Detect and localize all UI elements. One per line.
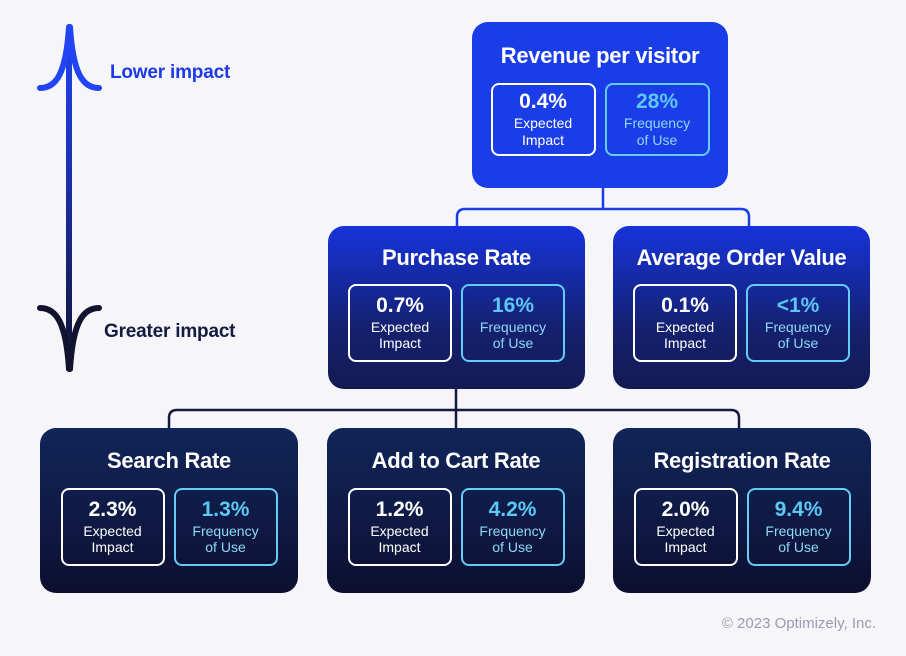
card-stats: 0.7% Expected Impact 16% Frequency of Us… xyxy=(348,284,565,362)
stat-value: 9.4% xyxy=(774,497,823,521)
stat-label-line1: Expected xyxy=(656,522,715,539)
stat-label: Expected Impact xyxy=(514,115,572,147)
stat-label-line1: Frequency xyxy=(623,115,691,132)
metric-card-search-rate[interactable]: Search Rate 2.3% Expected Impact 1.3% Fr… xyxy=(40,428,298,593)
stat-frequency-of-use: <1% Frequency of Use xyxy=(746,284,850,362)
stat-frequency-of-use: 28% Frequency of Use xyxy=(604,83,710,156)
stat-expected-impact: 2.3% Expected Impact xyxy=(60,488,165,566)
card-title: Purchase Rate xyxy=(382,245,531,270)
stat-label-line2: Impact xyxy=(378,335,421,352)
stat-label-line1: Frequency xyxy=(192,522,259,539)
card-title: Search Rate xyxy=(107,448,231,473)
stat-label: Frequency of Use xyxy=(624,115,690,147)
stat-label-line1: Expected xyxy=(513,115,573,132)
stat-label: Frequency of Use xyxy=(192,523,258,555)
stat-value: 16% xyxy=(491,293,535,317)
stat-frequency-of-use: 9.4% Frequency of Use xyxy=(746,488,851,566)
card-stats: 0.1% Expected Impact <1% Frequency of Us… xyxy=(633,284,850,362)
stat-label-line2: Impact xyxy=(663,335,706,352)
stat-expected-impact: 0.4% Expected Impact xyxy=(490,83,596,156)
stat-value: 0.4% xyxy=(519,90,567,114)
stat-label-line2: of Use xyxy=(636,131,678,148)
stat-value: 28% xyxy=(635,90,679,114)
stat-value: 0.7% xyxy=(376,293,424,317)
stat-value: 0.1% xyxy=(661,293,709,317)
stat-label-line1: Frequency xyxy=(765,522,832,539)
stat-label-line1: Frequency xyxy=(479,522,546,539)
card-stats: 0.4% Expected Impact 28% Frequency of Us… xyxy=(490,83,710,156)
stat-label-line2: Impact xyxy=(664,539,707,556)
card-stats: 2.3% Expected Impact 1.3% Frequency of U… xyxy=(60,488,278,566)
card-title: Add to Cart Rate xyxy=(371,448,541,473)
stat-value: 1.3% xyxy=(201,497,250,521)
stat-expected-impact: 2.0% Expected Impact xyxy=(633,488,738,566)
stat-label: Expected Impact xyxy=(370,523,428,555)
stat-label: Frequency of Use xyxy=(480,319,546,351)
stat-value: 1.2% xyxy=(375,497,424,521)
card-title: Revenue per visitor xyxy=(500,43,700,68)
stat-value: 2.3% xyxy=(88,497,137,521)
stat-label-line2: Impact xyxy=(378,539,421,556)
stat-frequency-of-use: 1.3% Frequency of Use xyxy=(173,488,278,566)
stat-label: Frequency of Use xyxy=(765,319,831,351)
stat-label-line1: Expected xyxy=(370,522,429,539)
axis-label-greater-impact: Greater impact xyxy=(104,321,236,342)
stat-label-line2: of Use xyxy=(492,335,534,352)
stat-label-line2: of Use xyxy=(777,335,819,352)
diagram-canvas: Lower impact Greater impact Revenue per … xyxy=(0,0,906,656)
card-stats: 2.0% Expected Impact 9.4% Frequency of U… xyxy=(633,488,851,566)
stat-frequency-of-use: 4.2% Frequency of Use xyxy=(460,488,565,566)
stat-label: Expected Impact xyxy=(656,523,714,555)
stat-label: Expected Impact xyxy=(83,523,141,555)
stat-label-line1: Frequency xyxy=(764,318,832,335)
card-title: Average Order Value xyxy=(636,245,847,270)
metric-card-registration-rate[interactable]: Registration Rate 2.0% Expected Impact 9… xyxy=(613,428,871,593)
metric-card-revenue-per-visitor[interactable]: Revenue per visitor 0.4% Expected Impact… xyxy=(472,22,728,188)
stat-label-line2: of Use xyxy=(205,539,246,556)
stat-value: 2.0% xyxy=(661,497,710,521)
stat-label-line1: Expected xyxy=(83,522,142,539)
stat-label: Expected Impact xyxy=(656,319,714,351)
stat-frequency-of-use: 16% Frequency of Use xyxy=(461,284,565,362)
stat-label-line2: Impact xyxy=(521,131,564,148)
metric-card-average-order-value[interactable]: Average Order Value 0.1% Expected Impact… xyxy=(613,226,870,389)
stat-label-line2: of Use xyxy=(492,539,533,556)
stat-label-line2: Impact xyxy=(91,539,134,556)
metric-card-add-to-cart-rate[interactable]: Add to Cart Rate 1.2% Expected Impact 4.… xyxy=(327,428,585,593)
stat-expected-impact: 0.1% Expected Impact xyxy=(633,284,737,362)
card-stats: 1.2% Expected Impact 4.2% Frequency of U… xyxy=(347,488,565,566)
stat-label-line1: Expected xyxy=(370,318,430,335)
stat-label: Frequency of Use xyxy=(765,523,831,555)
metric-card-purchase-rate[interactable]: Purchase Rate 0.7% Expected Impact 16% F… xyxy=(328,226,585,389)
stat-expected-impact: 0.7% Expected Impact xyxy=(348,284,452,362)
stat-label-line2: of Use xyxy=(778,539,819,556)
stat-label-line1: Frequency xyxy=(479,318,547,335)
stat-value: 4.2% xyxy=(488,497,537,521)
stat-label: Frequency of Use xyxy=(479,523,545,555)
stat-label: Expected Impact xyxy=(371,319,429,351)
card-title: Registration Rate xyxy=(653,448,831,473)
stat-label-line1: Expected xyxy=(655,318,715,335)
axis-label-lower-impact: Lower impact xyxy=(110,62,231,83)
stat-expected-impact: 1.2% Expected Impact xyxy=(347,488,452,566)
connector-tier2-tier3 xyxy=(167,388,741,432)
copyright-notice: © 2023 Optimizely, Inc. xyxy=(721,615,876,632)
stat-value: <1% xyxy=(776,293,820,317)
